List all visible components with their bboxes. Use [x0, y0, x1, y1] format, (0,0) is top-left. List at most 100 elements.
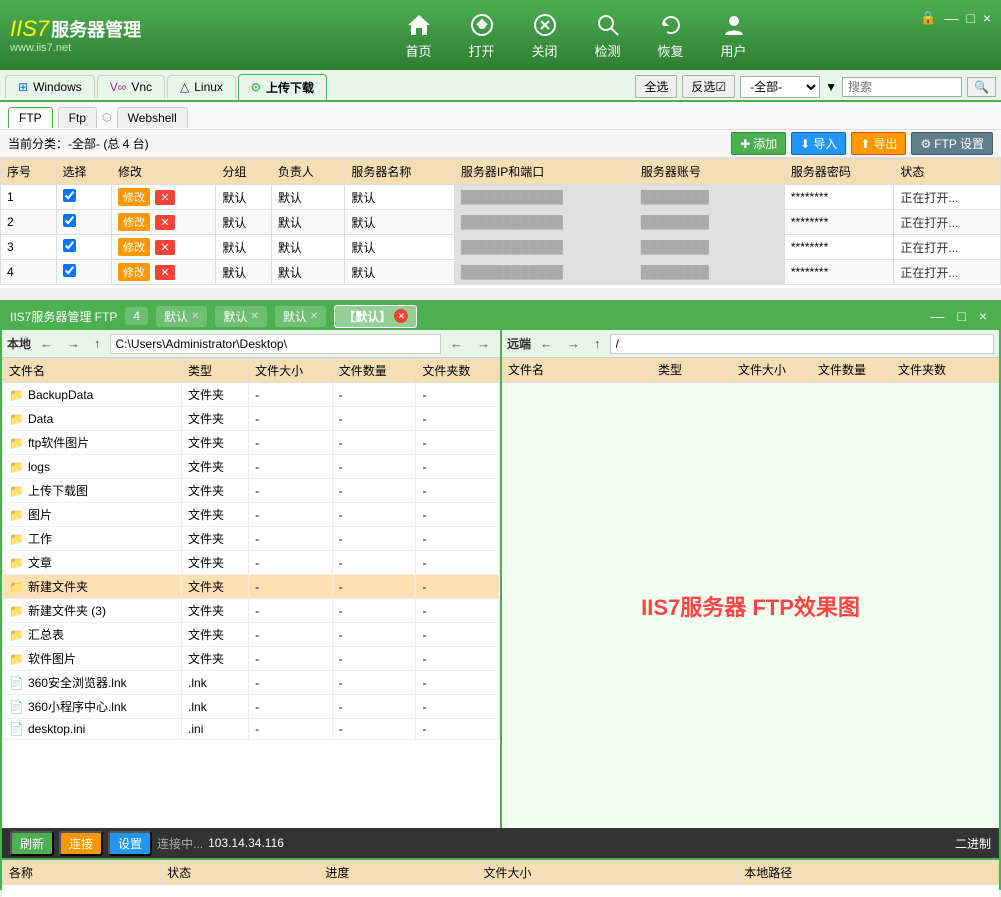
ftp-settings-btn2[interactable]: 设置: [108, 831, 152, 856]
add-btn[interactable]: ✚ 添加: [731, 132, 786, 155]
remote-label: 远端: [507, 335, 531, 352]
import-btn[interactable]: ⬇ 导入: [791, 132, 846, 155]
ftp-refresh-btn[interactable]: 刷新: [10, 831, 54, 856]
status-bar: 当前分类：-全部- (总 4 台) ✚ 添加 ⬇ 导入 ⬆ 导出 ⚙ FTP 设…: [0, 130, 1001, 158]
cell-check[interactable]: [56, 260, 112, 285]
remote-back-btn[interactable]: ←: [535, 334, 558, 353]
invert-btn[interactable]: 反选☑: [682, 75, 735, 98]
export-btn[interactable]: ⬆ 导出: [851, 132, 906, 155]
local-expand2-btn[interactable]: →: [472, 334, 495, 353]
nav-open[interactable]: 打开: [453, 6, 511, 65]
ftp-minimize-btn[interactable]: —: [926, 308, 948, 324]
modify-btn[interactable]: 修改: [118, 213, 150, 231]
search-input[interactable]: [842, 77, 962, 97]
local-file-row[interactable]: 📁logs 文件夹 - - -: [3, 455, 500, 479]
nav-home[interactable]: 首页: [390, 6, 448, 65]
tab-vnc-label: Vnc: [131, 80, 152, 94]
local-up-btn[interactable]: ↑: [89, 334, 106, 353]
tab-linux[interactable]: △ Linux: [167, 75, 236, 98]
group-select[interactable]: -全部-: [740, 76, 820, 98]
vnc-icon: V∞: [110, 80, 127, 94]
ftp-tab-default2[interactable]: 默认 ✕: [215, 306, 266, 327]
local-file-row[interactable]: 📁软件图片 文件夹 - - -: [3, 647, 500, 671]
local-path-input[interactable]: [110, 334, 441, 354]
sub-tab-ftp2[interactable]: Ftp: [58, 107, 97, 128]
local-file-row[interactable]: 📁上传下载图 文件夹 - - -: [3, 479, 500, 503]
nav-close[interactable]: 关闭: [516, 6, 574, 65]
tab-windows[interactable]: ⊞ Windows: [5, 75, 95, 98]
local-file-row[interactable]: 📄360小程序中心.lnk .lnk - - -: [3, 695, 500, 719]
file-type: 文件夹: [182, 599, 249, 623]
local-file-row[interactable]: 📁图片 文件夹 - - -: [3, 503, 500, 527]
local-file-scroll[interactable]: 文件名 类型 文件大小 文件数量 文件夹数 📁BackupData 文件夹 - …: [2, 358, 500, 828]
select-all-btn[interactable]: 全选: [635, 75, 677, 98]
nav-items: 首页 打开: [161, 6, 991, 65]
local-th-type: 类型: [182, 359, 249, 383]
local-file-row[interactable]: 📁新建文件夹 文件夹 - - -: [3, 575, 500, 599]
cell-modify[interactable]: 修改 ✕: [112, 185, 216, 210]
ftp-settings-btn[interactable]: ⚙ FTP 设置: [911, 132, 993, 155]
cell-check[interactable]: [56, 235, 112, 260]
nav-restore[interactable]: 恢复: [642, 6, 700, 65]
dropdown-icon: ▼: [825, 80, 837, 94]
sub-tab-webshell[interactable]: Webshell: [117, 107, 188, 128]
file-size: -: [249, 407, 333, 431]
remote-up-btn[interactable]: ↑: [589, 334, 606, 353]
nav-detect[interactable]: 检测: [579, 6, 637, 65]
sub-tab-ftp[interactable]: FTP: [8, 107, 53, 128]
local-back-btn[interactable]: ←: [35, 334, 58, 353]
ftp-tab-default4[interactable]: 【默认】 ✕: [334, 305, 417, 328]
local-file-row[interactable]: 📄360安全浏览器.lnk .lnk - - -: [3, 671, 500, 695]
local-file-row[interactable]: 📁新建文件夹 (3) 文件夹 - - -: [3, 599, 500, 623]
delete-btn[interactable]: ✕: [155, 215, 174, 230]
modify-btn[interactable]: 修改: [118, 188, 150, 206]
ftp-tab-close-3[interactable]: ✕: [310, 311, 318, 322]
local-file-row[interactable]: 📁BackupData 文件夹 - - -: [3, 383, 500, 407]
file-type: 文件夹: [182, 383, 249, 407]
delete-btn[interactable]: ✕: [155, 265, 174, 280]
cell-check[interactable]: [56, 210, 112, 235]
remote-path-input[interactable]: [610, 334, 994, 354]
ftp-tab-default3[interactable]: 默认 ✕: [275, 306, 326, 327]
ftp-connect-btn[interactable]: 连接: [59, 831, 103, 856]
cell-modify[interactable]: 修改 ✕: [112, 210, 216, 235]
remote-forward-btn[interactable]: →: [562, 334, 585, 353]
file-count: -: [332, 695, 416, 719]
ftp-tab-default1[interactable]: 默认 ✕: [156, 306, 207, 327]
lock-icon: 🔒: [920, 10, 936, 26]
cell-check[interactable]: [56, 185, 112, 210]
minimize-btn[interactable]: —: [944, 10, 958, 26]
local-file-row[interactable]: 📁汇总表 文件夹 - - -: [3, 623, 500, 647]
modify-btn[interactable]: 修改: [118, 238, 150, 256]
file-size: -: [249, 599, 333, 623]
ftp-tab-close-4[interactable]: ✕: [394, 309, 408, 323]
local-forward-btn[interactable]: →: [62, 334, 85, 353]
ftp-maximize-btn[interactable]: □: [953, 308, 969, 324]
maximize-btn[interactable]: □: [966, 10, 974, 26]
local-file-row[interactable]: 📁Data 文件夹 - - -: [3, 407, 500, 431]
cell-modify[interactable]: 修改 ✕: [112, 260, 216, 285]
delete-btn[interactable]: ✕: [155, 240, 174, 255]
transfer-th-name: 各称: [3, 861, 161, 885]
search-btn[interactable]: 🔍: [967, 77, 996, 97]
ftp-binary-text: 二进制: [955, 835, 991, 852]
ftp-tab-close-1[interactable]: ✕: [191, 311, 199, 322]
cell-owner: 默认: [271, 235, 345, 260]
cell-modify[interactable]: 修改 ✕: [112, 235, 216, 260]
delete-btn[interactable]: ✕: [155, 190, 174, 205]
local-expand1-btn[interactable]: ←: [445, 334, 468, 353]
cell-ip: ████████████: [454, 260, 634, 285]
local-file-row[interactable]: 📁工作 文件夹 - - -: [3, 527, 500, 551]
modify-btn[interactable]: 修改: [118, 263, 150, 281]
local-file-row[interactable]: 📁ftp软件图片 文件夹 - - -: [3, 431, 500, 455]
tab-vnc[interactable]: V∞ Vnc: [97, 75, 165, 98]
cell-account: ████████: [634, 260, 784, 285]
nav-user[interactable]: 用户: [705, 6, 763, 65]
ftp-tab-close-2[interactable]: ✕: [250, 311, 258, 322]
ftp-tab-4[interactable]: 4: [125, 307, 148, 325]
local-file-row[interactable]: 📄desktop.ini .ini - - -: [3, 719, 500, 740]
ftp-close-btn[interactable]: ×: [975, 308, 991, 324]
close-btn[interactable]: ×: [983, 10, 991, 26]
local-file-row[interactable]: 📁文章 文件夹 - - -: [3, 551, 500, 575]
tab-upload[interactable]: ⊙ 上传下载: [238, 74, 327, 100]
